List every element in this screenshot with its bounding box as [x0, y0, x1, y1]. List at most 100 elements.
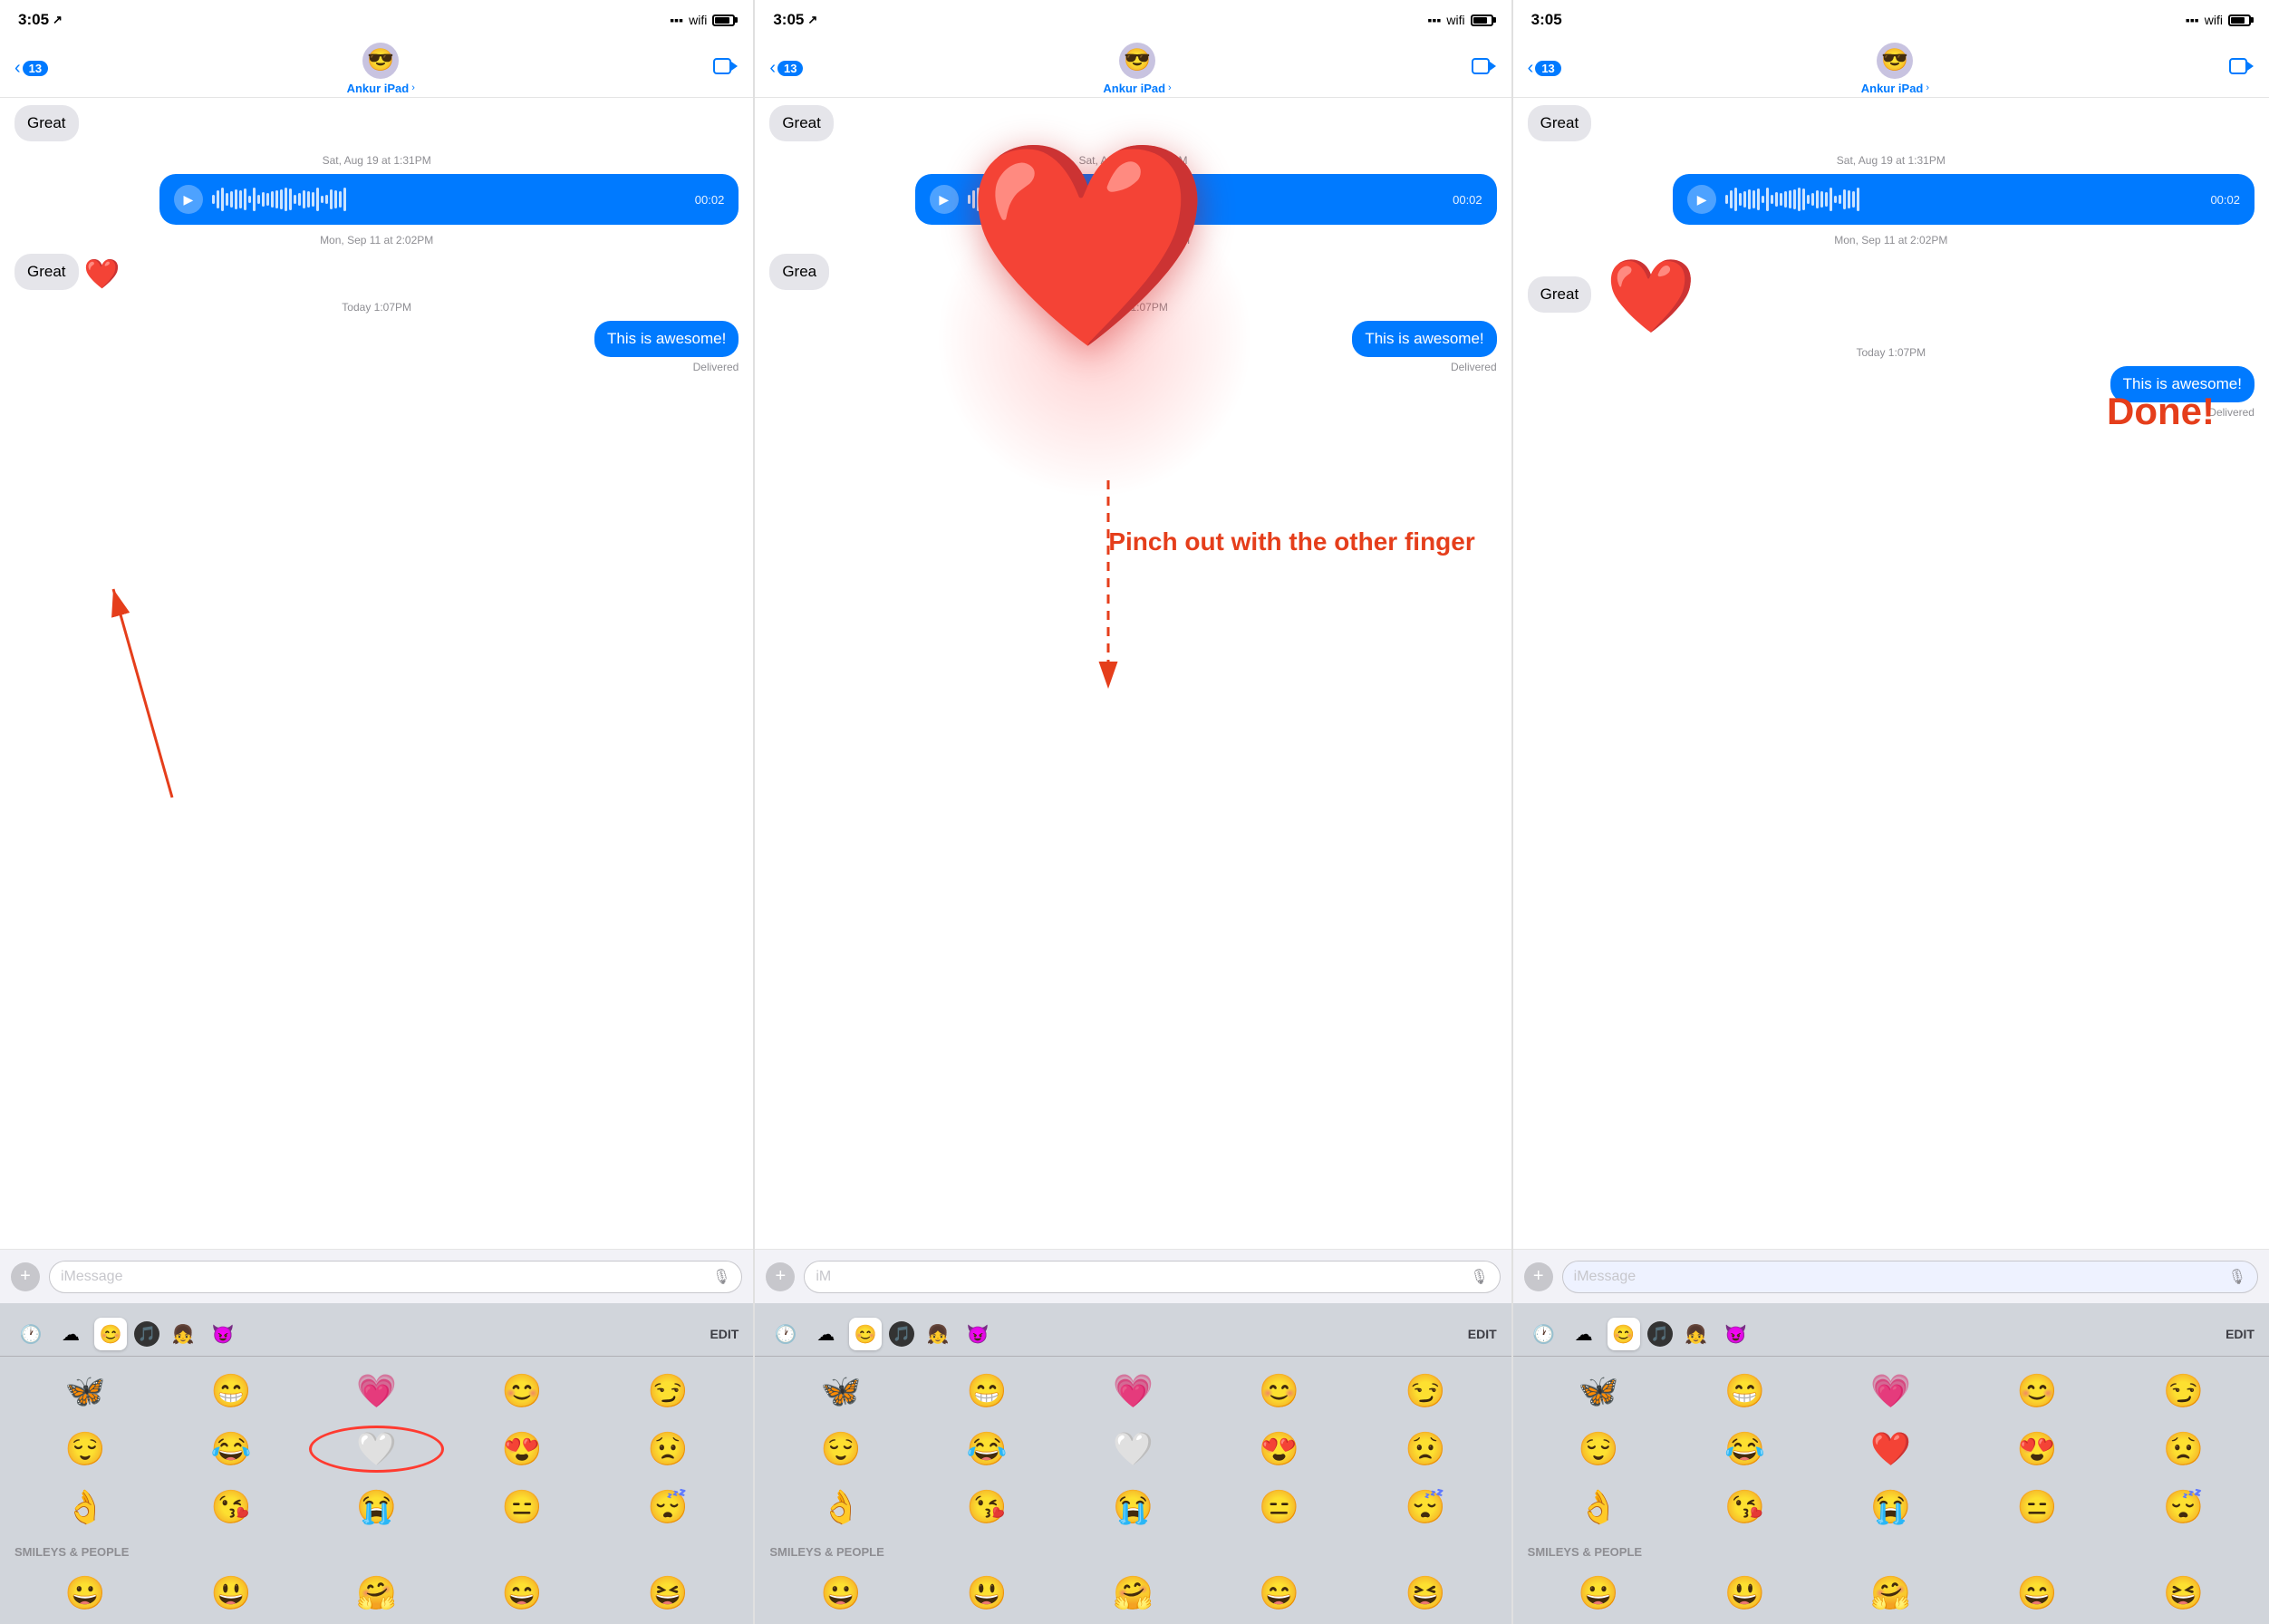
- emoji-heart-eyes-1[interactable]: 😍: [451, 1422, 594, 1476]
- emoji-extra-3[interactable]: 😄: [1965, 1566, 2108, 1620]
- emoji-extra2-2[interactable]: 😆: [1354, 1566, 1496, 1620]
- emoji-worried-2[interactable]: 😟: [1354, 1422, 1496, 1476]
- emoji-butterfly-3[interactable]: 🦋: [1528, 1364, 1670, 1418]
- emoji-extra2-3[interactable]: 😆: [2112, 1566, 2255, 1620]
- emoji-red-heart-3[interactable]: ❤️: [1820, 1422, 1962, 1476]
- emoji-butterfly-1[interactable]: 🦋: [14, 1364, 157, 1418]
- emoji-neutral-3[interactable]: 😑: [1965, 1480, 2108, 1534]
- devil-tab-2[interactable]: 😈: [961, 1318, 994, 1350]
- emoji-smile-2[interactable]: 😊: [1208, 1364, 1350, 1418]
- smiley-tab-3[interactable]: 😊: [1608, 1318, 1640, 1350]
- emoji-laugh-3[interactable]: 😂: [1674, 1422, 1816, 1476]
- emoji-hearts-2[interactable]: 💗: [1062, 1364, 1204, 1418]
- emoji-grinning-2[interactable]: 😀: [769, 1566, 912, 1620]
- message-input-1[interactable]: iMessage 🎙: [49, 1261, 742, 1293]
- emoji-hug-1[interactable]: 🤗: [305, 1566, 448, 1620]
- emoji-grinning-3[interactable]: 😀: [1528, 1566, 1670, 1620]
- emoji-relieved-3[interactable]: 😌: [1528, 1422, 1670, 1476]
- emoji-ok-2[interactable]: 👌: [769, 1480, 912, 1534]
- emoji-laugh-2[interactable]: 😂: [916, 1422, 1058, 1476]
- emoji-white-heart-1[interactable]: 🤍: [305, 1422, 448, 1476]
- emoji-smiley-1[interactable]: 😃: [160, 1566, 303, 1620]
- emoji-white-heart-2[interactable]: 🤍: [1062, 1422, 1204, 1476]
- person-tab-2[interactable]: 👧: [922, 1318, 954, 1350]
- video-call-button-1[interactable]: [713, 57, 739, 81]
- emoji-worried-1[interactable]: 😟: [597, 1422, 739, 1476]
- emoji-worried-3[interactable]: 😟: [2112, 1422, 2255, 1476]
- emoji-relieved-2[interactable]: 😌: [769, 1422, 912, 1476]
- emoji-neutral-1[interactable]: 😑: [451, 1480, 594, 1534]
- video-call-button-3[interactable]: [2229, 57, 2255, 81]
- recent-tab-3[interactable]: 🕐: [1528, 1318, 1560, 1350]
- emoji-kiss-2[interactable]: 😘: [916, 1480, 1058, 1534]
- custom-emoji-3[interactable]: 🎵: [1647, 1321, 1673, 1347]
- emoji-neutral-2[interactable]: 😑: [1208, 1480, 1350, 1534]
- back-count-3[interactable]: 13: [1535, 61, 1560, 76]
- emoji-hearts-1[interactable]: 💗: [305, 1364, 448, 1418]
- person-tab-1[interactable]: 👧: [167, 1318, 199, 1350]
- custom-emoji-1[interactable]: 🎵: [134, 1321, 159, 1347]
- emoji-grinning-1[interactable]: 😀: [14, 1566, 157, 1620]
- emoji-butterfly-2[interactable]: 🦋: [769, 1364, 912, 1418]
- audio-play-icon[interactable]: ▶: [174, 185, 203, 214]
- emoji-heart-eyes-2[interactable]: 😍: [1208, 1422, 1350, 1476]
- person-tab-3[interactable]: 👧: [1680, 1318, 1713, 1350]
- emoji-smirk-3[interactable]: 😏: [2112, 1364, 2255, 1418]
- audio-play-icon-3[interactable]: ▶: [1687, 185, 1716, 214]
- emoji-smiley-3[interactable]: 😃: [1674, 1566, 1816, 1620]
- contact-info-1[interactable]: 😎 Ankur iPad ›: [347, 43, 415, 95]
- back-count-2[interactable]: 13: [777, 61, 803, 76]
- custom-emoji-2[interactable]: 🎵: [889, 1321, 914, 1347]
- plus-button-2[interactable]: +: [766, 1262, 795, 1291]
- audio-message-1[interactable]: ▶ 00:02: [159, 174, 739, 225]
- emoji-ok-3[interactable]: 👌: [1528, 1480, 1670, 1534]
- emoji-relieved-1[interactable]: 😌: [14, 1422, 157, 1476]
- cloud-tab-1[interactable]: ☁: [54, 1318, 87, 1350]
- emoji-heart-eyes-3[interactable]: 😍: [1965, 1422, 2108, 1476]
- emoji-hug-2[interactable]: 🤗: [1062, 1566, 1204, 1620]
- cloud-tab-3[interactable]: ☁: [1568, 1318, 1600, 1350]
- smiley-tab-2[interactable]: 😊: [849, 1318, 882, 1350]
- emoji-grin-1[interactable]: 😁: [160, 1364, 303, 1418]
- audio-message-3[interactable]: ▶ 00:02: [1673, 174, 2255, 225]
- emoji-kiss-1[interactable]: 😘: [160, 1480, 303, 1534]
- audio-play-icon-2[interactable]: ▶: [930, 185, 959, 214]
- cloud-tab-2[interactable]: ☁: [809, 1318, 842, 1350]
- plus-button-1[interactable]: +: [11, 1262, 40, 1291]
- video-call-button-2[interactable]: [1472, 57, 1497, 81]
- emoji-grin-3[interactable]: 😁: [1674, 1364, 1816, 1418]
- emoji-smile-3[interactable]: 😊: [1965, 1364, 2108, 1418]
- devil-tab-3[interactable]: 😈: [1720, 1318, 1752, 1350]
- recent-tab-2[interactable]: 🕐: [769, 1318, 802, 1350]
- plus-button-3[interactable]: +: [1524, 1262, 1553, 1291]
- devil-tab-1[interactable]: 😈: [207, 1318, 239, 1350]
- emoji-hug-3[interactable]: 🤗: [1820, 1566, 1962, 1620]
- contact-info-2[interactable]: 😎 Ankur iPad ›: [1103, 43, 1171, 95]
- emoji-sleep-2[interactable]: 😴: [1354, 1480, 1496, 1534]
- smiley-tab-1[interactable]: 😊: [94, 1318, 127, 1350]
- back-button-2[interactable]: ‹ 13: [769, 58, 803, 79]
- emoji-extra-2[interactable]: 😄: [1208, 1566, 1350, 1620]
- emoji-sleep-1[interactable]: 😴: [597, 1480, 739, 1534]
- back-count-1[interactable]: 13: [23, 61, 48, 76]
- emoji-cry-3[interactable]: 😭: [1820, 1480, 1962, 1534]
- edit-button-3[interactable]: EDIT: [2226, 1327, 2255, 1341]
- edit-button-2[interactable]: EDIT: [1468, 1327, 1497, 1341]
- emoji-sleep-3[interactable]: 😴: [2112, 1480, 2255, 1534]
- emoji-grin-2[interactable]: 😁: [916, 1364, 1058, 1418]
- back-button-1[interactable]: ‹ 13: [14, 58, 48, 79]
- emoji-smile-1[interactable]: 😊: [451, 1364, 594, 1418]
- edit-button-1[interactable]: EDIT: [710, 1327, 739, 1341]
- contact-info-3[interactable]: 😎 Ankur iPad ›: [1861, 43, 1929, 95]
- emoji-smirk-2[interactable]: 😏: [1354, 1364, 1496, 1418]
- emoji-smiley-2[interactable]: 😃: [916, 1566, 1058, 1620]
- back-button-3[interactable]: ‹ 13: [1528, 58, 1561, 79]
- emoji-ok-1[interactable]: 👌: [14, 1480, 157, 1534]
- emoji-extra2-1[interactable]: 😆: [597, 1566, 739, 1620]
- emoji-hearts-3[interactable]: 💗: [1820, 1364, 1962, 1418]
- emoji-cry-2[interactable]: 😭: [1062, 1480, 1204, 1534]
- recent-tab-1[interactable]: 🕐: [14, 1318, 47, 1350]
- emoji-smirk-1[interactable]: 😏: [597, 1364, 739, 1418]
- emoji-kiss-3[interactable]: 😘: [1674, 1480, 1816, 1534]
- emoji-cry-1[interactable]: 😭: [305, 1480, 448, 1534]
